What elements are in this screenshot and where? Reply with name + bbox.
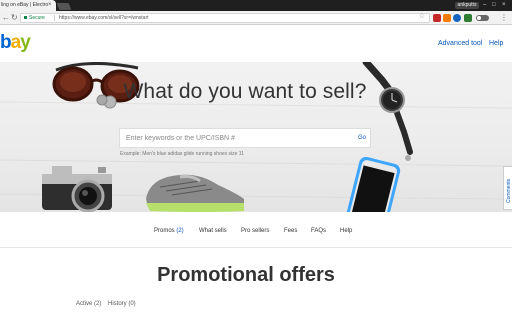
logo-letter-b: b <box>0 32 12 53</box>
promotions-title: Promotional offers <box>157 264 335 286</box>
go-button[interactable]: Go <box>358 129 366 147</box>
tab-promotion-history[interactable]: History (0) <box>108 301 136 307</box>
secure-indicator[interactable]: Secure <box>24 14 45 22</box>
tab-promos-label: Promos <box>154 228 175 234</box>
tab-help[interactable]: Help <box>340 228 352 234</box>
hero-title: What do you want to sell? <box>123 80 367 103</box>
sneaker-image <box>146 174 244 212</box>
browser-tab[interactable]: ling on eBay | Electro × <box>0 0 56 11</box>
lock-icon <box>24 16 27 20</box>
tab-faqs[interactable]: FAQs <box>311 228 326 234</box>
camera-image <box>42 166 112 212</box>
profile-button[interactable]: ankputts <box>455 2 479 9</box>
comments-tab[interactable]: Comments <box>503 166 512 210</box>
reload-icon[interactable]: ↻ <box>11 13 18 23</box>
tab-promos[interactable]: Promos (2) <box>154 228 184 234</box>
extension-toggle[interactable] <box>476 15 489 21</box>
minimize-icon[interactable]: – <box>483 1 486 10</box>
tab-fees[interactable]: Fees <box>284 228 297 234</box>
logo-letter-y: y <box>20 32 31 53</box>
secure-label: Secure <box>29 15 45 21</box>
extension-icon-1[interactable] <box>433 14 441 22</box>
help-link[interactable]: Help <box>489 40 503 47</box>
comments-label: Comments <box>506 178 512 203</box>
search-example: Example: Men's blue adidas glide running… <box>120 151 244 157</box>
extension-icon-2[interactable] <box>443 14 451 22</box>
sell-search-input[interactable] <box>120 129 350 147</box>
section-divider <box>0 247 512 248</box>
tab-promos-count: (2) <box>176 228 184 234</box>
extension-icon-3[interactable] <box>453 14 461 22</box>
browser-menu-icon[interactable]: ⋮ <box>500 12 508 24</box>
bookmark-star-icon[interactable]: ☆ <box>419 13 425 21</box>
tab-pro-sellers[interactable]: Pro sellers <box>241 228 269 234</box>
tab-what-sells[interactable]: What sells <box>199 228 227 234</box>
url-text: https://www.ebay.com/sl/sell?sr=/wnstart <box>59 15 149 21</box>
promotions-tabs: Active (2) History (0) <box>76 301 141 307</box>
new-tab-button[interactable] <box>56 3 72 10</box>
url-field[interactable]: Secure https://www.ebay.com/sl/sell?sr=/… <box>20 13 430 23</box>
ebay-logo[interactable]: bay <box>0 32 31 53</box>
tab-active-promotions[interactable]: Active (2) <box>76 301 101 307</box>
hero-banner: What do you want to sell? Go Example: Me… <box>0 62 512 212</box>
close-window-icon[interactable]: × <box>502 1 506 10</box>
browser-titlebar: ling on eBay | Electro × ankputts – □ × <box>0 0 512 11</box>
logo-letter-a: a <box>10 32 22 53</box>
smartphone-image <box>345 156 401 212</box>
back-icon[interactable]: ← <box>2 13 10 23</box>
omnibox-separator <box>54 15 55 21</box>
search-box: Go <box>119 128 371 148</box>
tab-close-icon[interactable]: × <box>48 0 52 11</box>
extension-icon-4[interactable] <box>464 14 472 22</box>
tab-title: ling on eBay | Electro <box>1 2 49 8</box>
advanced-tool-link[interactable]: Advanced tool <box>438 40 482 47</box>
maximize-icon[interactable]: □ <box>492 1 496 10</box>
sell-subnav: Promos (2) What sells Pro sellers Fees F… <box>0 228 512 242</box>
